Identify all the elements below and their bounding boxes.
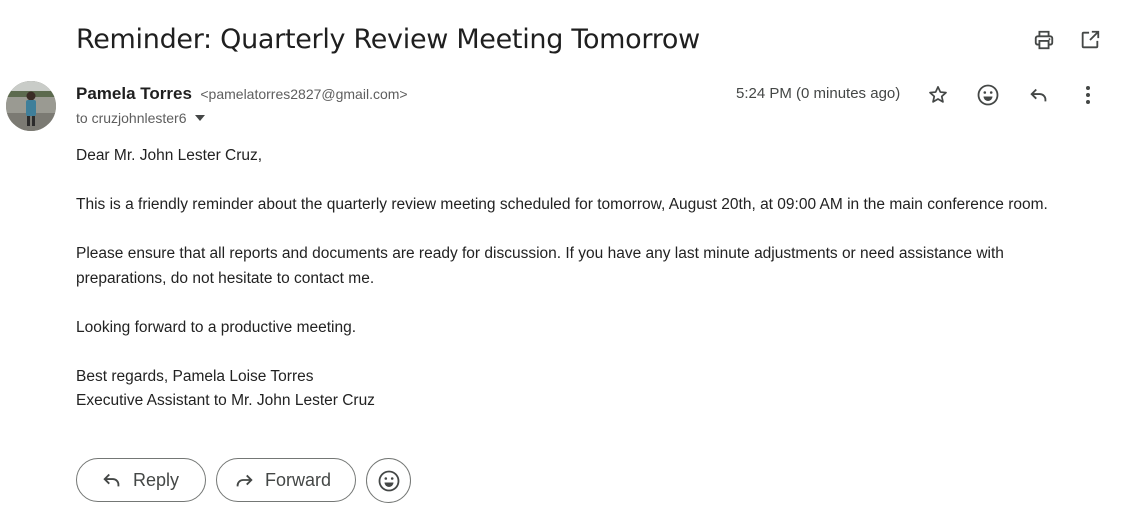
- body-paragraph-line: preparations, do not hesitate to contact…: [76, 269, 375, 287]
- open-in-new-window-icon[interactable]: [1078, 28, 1102, 52]
- forward-icon: [233, 469, 255, 491]
- caret-down-icon[interactable]: [194, 115, 205, 121]
- body-paragraph-line: Please ensure that all reports and docum…: [76, 245, 1004, 262]
- reply-icon[interactable]: [1026, 82, 1052, 108]
- body-signoff: Best regards, Pamela Loise Torres: [76, 367, 314, 385]
- emoji-reaction-button[interactable]: [366, 458, 411, 503]
- email-view: Reminder: Quarterly Review Meeting Tomor…: [0, 0, 1134, 531]
- body-paragraph: Looking forward to a productive meeting.: [76, 318, 357, 336]
- forward-button-label: Forward: [265, 469, 332, 490]
- sender-info: Pamela Torres <pamelatorres2827@gmail.co…: [76, 83, 408, 106]
- emoji-icon[interactable]: [975, 82, 1001, 108]
- reply-icon: [101, 469, 123, 491]
- sender-email: <pamelatorres2827@gmail.com>: [200, 86, 408, 102]
- body-signature-title: Executive Assistant to Mr. John Lester C…: [76, 392, 375, 409]
- emoji-icon: [377, 469, 401, 493]
- star-icon[interactable]: [925, 82, 951, 108]
- recipient-details[interactable]: to cruzjohnlester6: [76, 108, 205, 128]
- reply-button[interactable]: Reply: [76, 458, 206, 502]
- body-paragraph: This is a friendly reminder about the qu…: [76, 196, 1048, 213]
- email-subject: Reminder: Quarterly Review Meeting Tomor…: [76, 24, 700, 55]
- email-body: Dear Mr. John Lester Cruz, This is a fri…: [76, 144, 1126, 414]
- body-greeting: Dear Mr. John Lester Cruz,: [76, 147, 263, 164]
- more-vert-icon[interactable]: [1075, 82, 1101, 108]
- recipient-label: to cruzjohnlester6: [76, 110, 187, 126]
- sender-name[interactable]: Pamela Torres: [76, 84, 192, 103]
- email-timestamp: 5:24 PM (0 minutes ago): [736, 85, 901, 102]
- print-icon[interactable]: [1032, 28, 1056, 52]
- avatar[interactable]: [6, 81, 56, 131]
- reply-button-label: Reply: [133, 469, 180, 490]
- forward-button[interactable]: Forward: [216, 458, 356, 502]
